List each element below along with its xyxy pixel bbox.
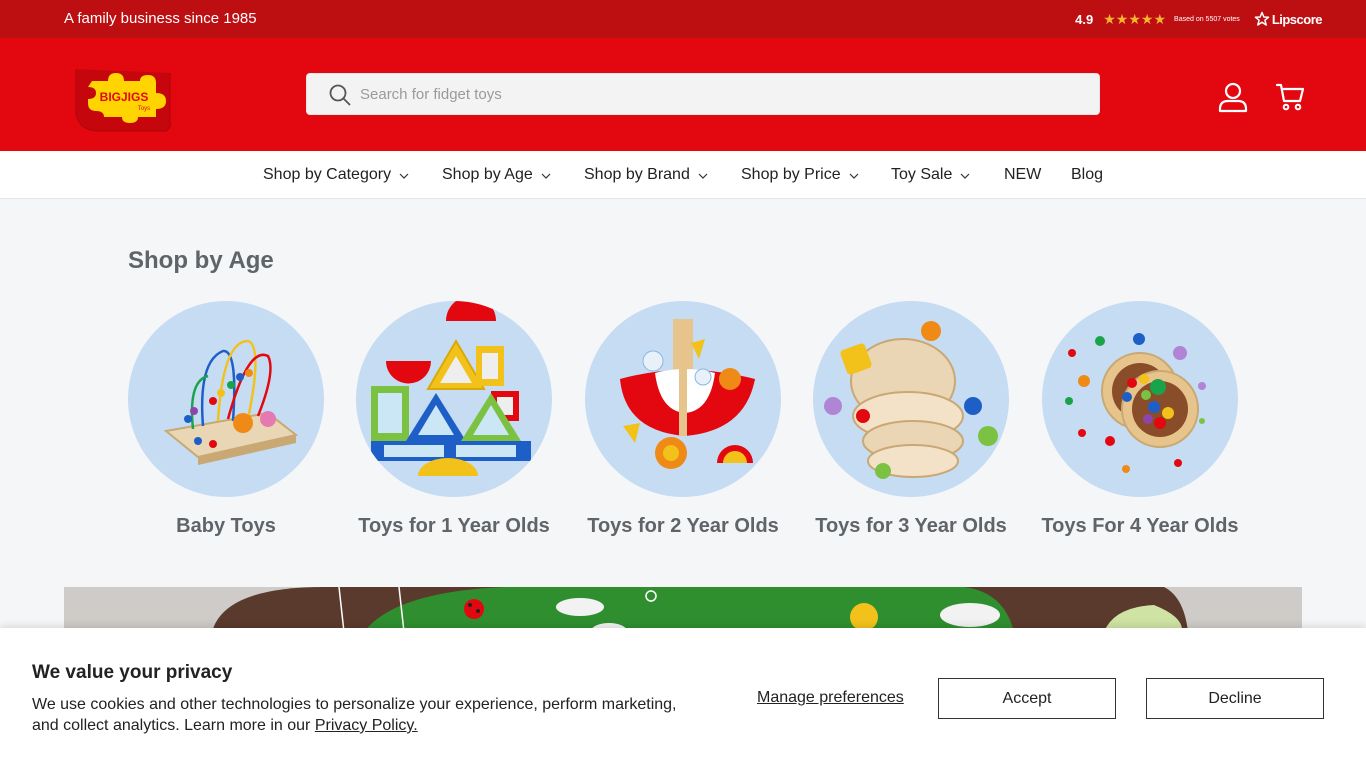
star-icon: ★: [1140, 11, 1154, 27]
nav-item-label: NEW: [1004, 166, 1042, 183]
product-image[interactable]: [813, 301, 1009, 497]
decline-button[interactable]: Decline: [1146, 678, 1324, 719]
age-card-2-year-olds[interactable]: Toys for 2 Year Olds: [585, 301, 781, 537]
lipscore-logo: Lipscore: [1254, 11, 1323, 27]
search-icon[interactable]: [329, 84, 351, 111]
manage-preferences-link[interactable]: Manage preferences: [757, 689, 904, 707]
nav-item-label: Shop by Brand: [584, 166, 690, 183]
age-card-label[interactable]: Toys for 2 Year Olds: [555, 515, 811, 538]
chevron-down-icon: [960, 173, 970, 179]
chevron-down-icon: [399, 173, 409, 179]
star-icon: ★: [1103, 11, 1116, 27]
star-outline-icon: [1254, 11, 1270, 26]
nav-item-label: Shop by Category: [263, 166, 392, 183]
age-card-label[interactable]: Baby Toys: [98, 515, 354, 538]
lipscore-label: Lipscore: [1271, 11, 1323, 27]
svg-text:Toys: Toys: [138, 106, 150, 112]
announcement-bar: A family business since 1985 4.9 ★ ★ ★ ★…: [0, 0, 1366, 38]
nav-item-blog[interactable]: Blog: [1071, 166, 1103, 184]
cart-icon[interactable]: [1275, 81, 1305, 118]
rating-widget[interactable]: 4.9 ★ ★ ★ ★ ★ Based on 5507 votes Lipsco…: [1075, 8, 1322, 30]
promo-banner[interactable]: [64, 587, 1302, 632]
search-input[interactable]: [360, 74, 1080, 114]
age-card-label[interactable]: Toys for 3 Year Olds: [783, 515, 1039, 538]
main-nav: Shop by Category Shop by Age Shop by Bra…: [0, 151, 1366, 199]
nav-item-label: Toy Sale: [891, 166, 953, 183]
privacy-policy-link[interactable]: Privacy Policy.: [315, 717, 418, 734]
section-title: Shop by Age: [128, 247, 274, 274]
chevron-down-icon: [698, 173, 708, 179]
nav-item-shop-by-category[interactable]: Shop by Category: [263, 166, 409, 184]
rating-stars: ★ ★ ★ ★ ★: [1103, 12, 1166, 26]
star-icon: ★: [1128, 11, 1141, 27]
age-card-4-year-olds[interactable]: Toys For 4 Year Olds: [1041, 301, 1239, 537]
age-card-label[interactable]: Toys for 1 Year Olds: [326, 515, 582, 538]
product-image[interactable]: [356, 301, 552, 497]
tagline: A family business since 1985: [64, 10, 257, 27]
rating-votes: Based on 5507 votes: [1174, 15, 1240, 23]
cookie-text: We use cookies and other technologies to…: [32, 694, 702, 736]
star-icon: ★: [1115, 11, 1129, 27]
nav-item-new[interactable]: NEW: [1004, 166, 1041, 184]
nav-item-label: Shop by Age: [442, 166, 533, 183]
product-image[interactable]: [585, 301, 781, 497]
nav-item-label: Blog: [1071, 166, 1104, 183]
age-card-label[interactable]: Toys For 4 Year Olds: [1012, 515, 1268, 538]
chevron-down-icon: [541, 173, 551, 179]
search-bar[interactable]: [306, 73, 1100, 115]
product-image[interactable]: [128, 301, 324, 497]
logo-text: BIGJIGS: [100, 90, 149, 104]
age-card-3-year-olds[interactable]: Toys for 3 Year Olds: [813, 301, 1009, 537]
cookie-title: We value your privacy: [32, 662, 233, 683]
nav-item-toy-sale[interactable]: Toy Sale: [891, 166, 970, 184]
nav-item-shop-by-age[interactable]: Shop by Age: [442, 166, 551, 184]
rating-score: 4.9: [1075, 11, 1094, 27]
age-card-1-year-olds[interactable]: Toys for 1 Year Olds: [356, 301, 552, 537]
star-icon: ★: [1153, 11, 1167, 27]
chevron-down-icon: [849, 173, 859, 179]
accept-button[interactable]: Accept: [938, 678, 1116, 719]
nav-item-shop-by-brand[interactable]: Shop by Brand: [584, 166, 708, 184]
nav-item-shop-by-price[interactable]: Shop by Price: [741, 166, 859, 184]
product-image[interactable]: [1042, 301, 1238, 497]
nav-item-label: Shop by Price: [741, 166, 841, 183]
account-icon[interactable]: [1217, 81, 1249, 118]
site-header: BIGJIGS Toys: [0, 38, 1366, 151]
site-logo[interactable]: BIGJIGS Toys: [74, 65, 174, 133]
age-card-baby-toys[interactable]: Baby Toys: [128, 301, 324, 537]
cookie-consent-banner: We value your privacy We use cookies and…: [0, 628, 1366, 768]
